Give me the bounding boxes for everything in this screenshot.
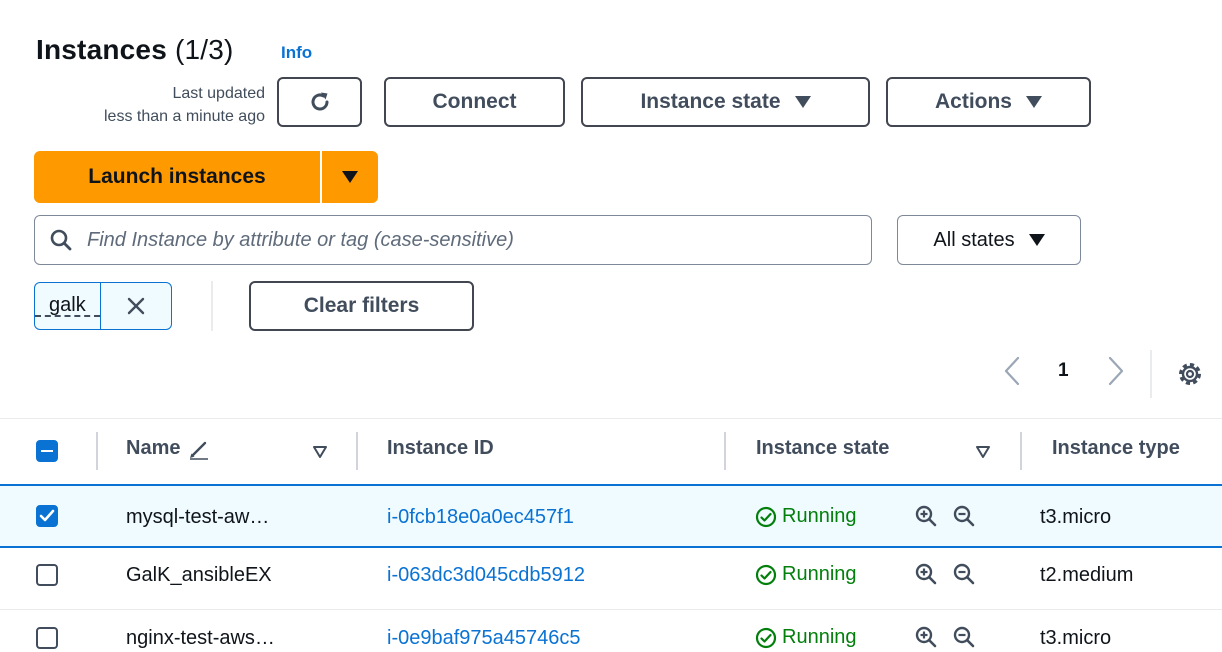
- zoom-in-icon[interactable]: [914, 504, 938, 528]
- row-checkbox[interactable]: [36, 505, 58, 527]
- launch-instances-dropdown[interactable]: [322, 151, 378, 203]
- column-header-instance-id[interactable]: Instance ID: [387, 437, 494, 460]
- caret-down-icon: [342, 171, 358, 183]
- instance-count: (1/3): [174, 34, 234, 65]
- connect-label: Connect: [432, 90, 517, 113]
- page-number[interactable]: 1: [1058, 360, 1069, 382]
- column-header-name-label: Name: [126, 437, 181, 459]
- gear-icon[interactable]: [1175, 359, 1205, 389]
- column-divider: [356, 432, 358, 470]
- actions-dropdown[interactable]: Actions: [886, 77, 1091, 127]
- instance-id-link[interactable]: i-0e9baf975a45746c5: [387, 627, 581, 650]
- instance-name: mysql-test-aw…: [126, 506, 270, 528]
- instance-id-link[interactable]: i-0fcb18e0a0ec457f1: [387, 506, 574, 529]
- instance-state: Running: [755, 563, 857, 586]
- instance-type: t3.micro: [1040, 506, 1112, 528]
- zoom-out-icon[interactable]: [952, 504, 976, 528]
- column-header-instance-state[interactable]: Instance state: [756, 437, 889, 460]
- clear-filters-button[interactable]: Clear filters: [249, 281, 474, 331]
- close-icon: [127, 297, 145, 315]
- search-bar: [34, 215, 872, 265]
- check-circle-icon: [755, 627, 777, 648]
- states-select[interactable]: All states: [897, 215, 1081, 265]
- states-select-value: All states: [933, 228, 1015, 251]
- edit-icon: [190, 441, 209, 460]
- table-row[interactable]: nginx-test-aws… i-0e9baf975a45746c5 Runn…: [0, 607, 1222, 652]
- table-row[interactable]: GalK_ansibleEX i-063dc3d045cdb5912 Runni…: [0, 546, 1222, 610]
- filter-divider: [211, 281, 213, 331]
- info-link[interactable]: Info: [281, 43, 312, 63]
- search-icon: [50, 229, 72, 251]
- zoom-in-icon[interactable]: [914, 562, 938, 586]
- check-circle-icon: [755, 506, 777, 527]
- last-updated: Last updated less than a minute ago: [37, 82, 265, 128]
- instance-state: Running: [755, 505, 857, 528]
- instance-state-text: Running: [782, 626, 857, 648]
- next-page-icon[interactable]: [1102, 354, 1128, 388]
- instance-type: t2.medium: [1040, 564, 1134, 586]
- refresh-icon: [311, 92, 328, 111]
- page-title: Instances (1/3): [36, 34, 234, 66]
- clear-filters-label: Clear filters: [303, 294, 420, 317]
- check-icon: [39, 509, 55, 522]
- pagination-divider: [1150, 350, 1152, 398]
- caret-down-icon: [794, 96, 811, 108]
- row-checkbox[interactable]: [36, 627, 58, 649]
- zoom-out-icon[interactable]: [952, 562, 976, 586]
- connect-button[interactable]: Connect: [384, 77, 565, 127]
- caret-down-icon: [1026, 96, 1042, 108]
- indeterminate-icon: [41, 449, 53, 453]
- instance-state-label: Instance state: [640, 90, 781, 113]
- instance-id-link[interactable]: i-063dc3d045cdb5912: [387, 564, 585, 587]
- column-header-instance-type[interactable]: Instance type: [1052, 437, 1180, 460]
- instance-state-text: Running: [782, 563, 857, 585]
- filter-token: galk: [34, 282, 172, 330]
- launch-instances-label: Launch instances: [88, 165, 266, 188]
- instance-state: Running: [755, 626, 857, 649]
- column-divider: [1020, 432, 1022, 470]
- launch-instances-button[interactable]: Launch instances: [34, 151, 320, 203]
- actions-label: Actions: [934, 90, 1012, 113]
- instance-name: nginx-test-aws…: [126, 627, 275, 649]
- column-header-name[interactable]: Name: [126, 437, 210, 460]
- previous-page-icon[interactable]: [1000, 354, 1026, 388]
- caret-down-icon: [1028, 234, 1045, 246]
- zoom-in-icon[interactable]: [914, 625, 938, 649]
- check-circle-icon: [755, 564, 777, 585]
- table-row[interactable]: mysql-test-aw… i-0fcb18e0a0ec457f1 Runni…: [0, 484, 1222, 548]
- select-all-checkbox[interactable]: [36, 440, 58, 462]
- instance-type: t3.micro: [1040, 627, 1112, 649]
- instance-state-dropdown[interactable]: Instance state: [581, 77, 870, 127]
- zoom-out-icon[interactable]: [952, 625, 976, 649]
- refresh-button[interactable]: [277, 77, 362, 127]
- table-top-border: [0, 418, 1222, 419]
- row-checkbox[interactable]: [36, 564, 58, 586]
- sort-icon[interactable]: [312, 445, 328, 459]
- search-input[interactable]: [87, 228, 847, 252]
- filter-token-label[interactable]: galk: [35, 295, 100, 317]
- column-divider: [724, 432, 726, 470]
- instance-name: GalK_ansibleEX: [126, 564, 272, 586]
- instance-state-text: Running: [782, 505, 857, 527]
- page-title-text: Instances: [36, 34, 167, 65]
- remove-filter-button[interactable]: [101, 297, 171, 315]
- last-updated-value: less than a minute ago: [104, 108, 265, 125]
- column-divider: [96, 432, 98, 470]
- last-updated-label: Last updated: [172, 85, 265, 102]
- sort-icon[interactable]: [975, 445, 991, 459]
